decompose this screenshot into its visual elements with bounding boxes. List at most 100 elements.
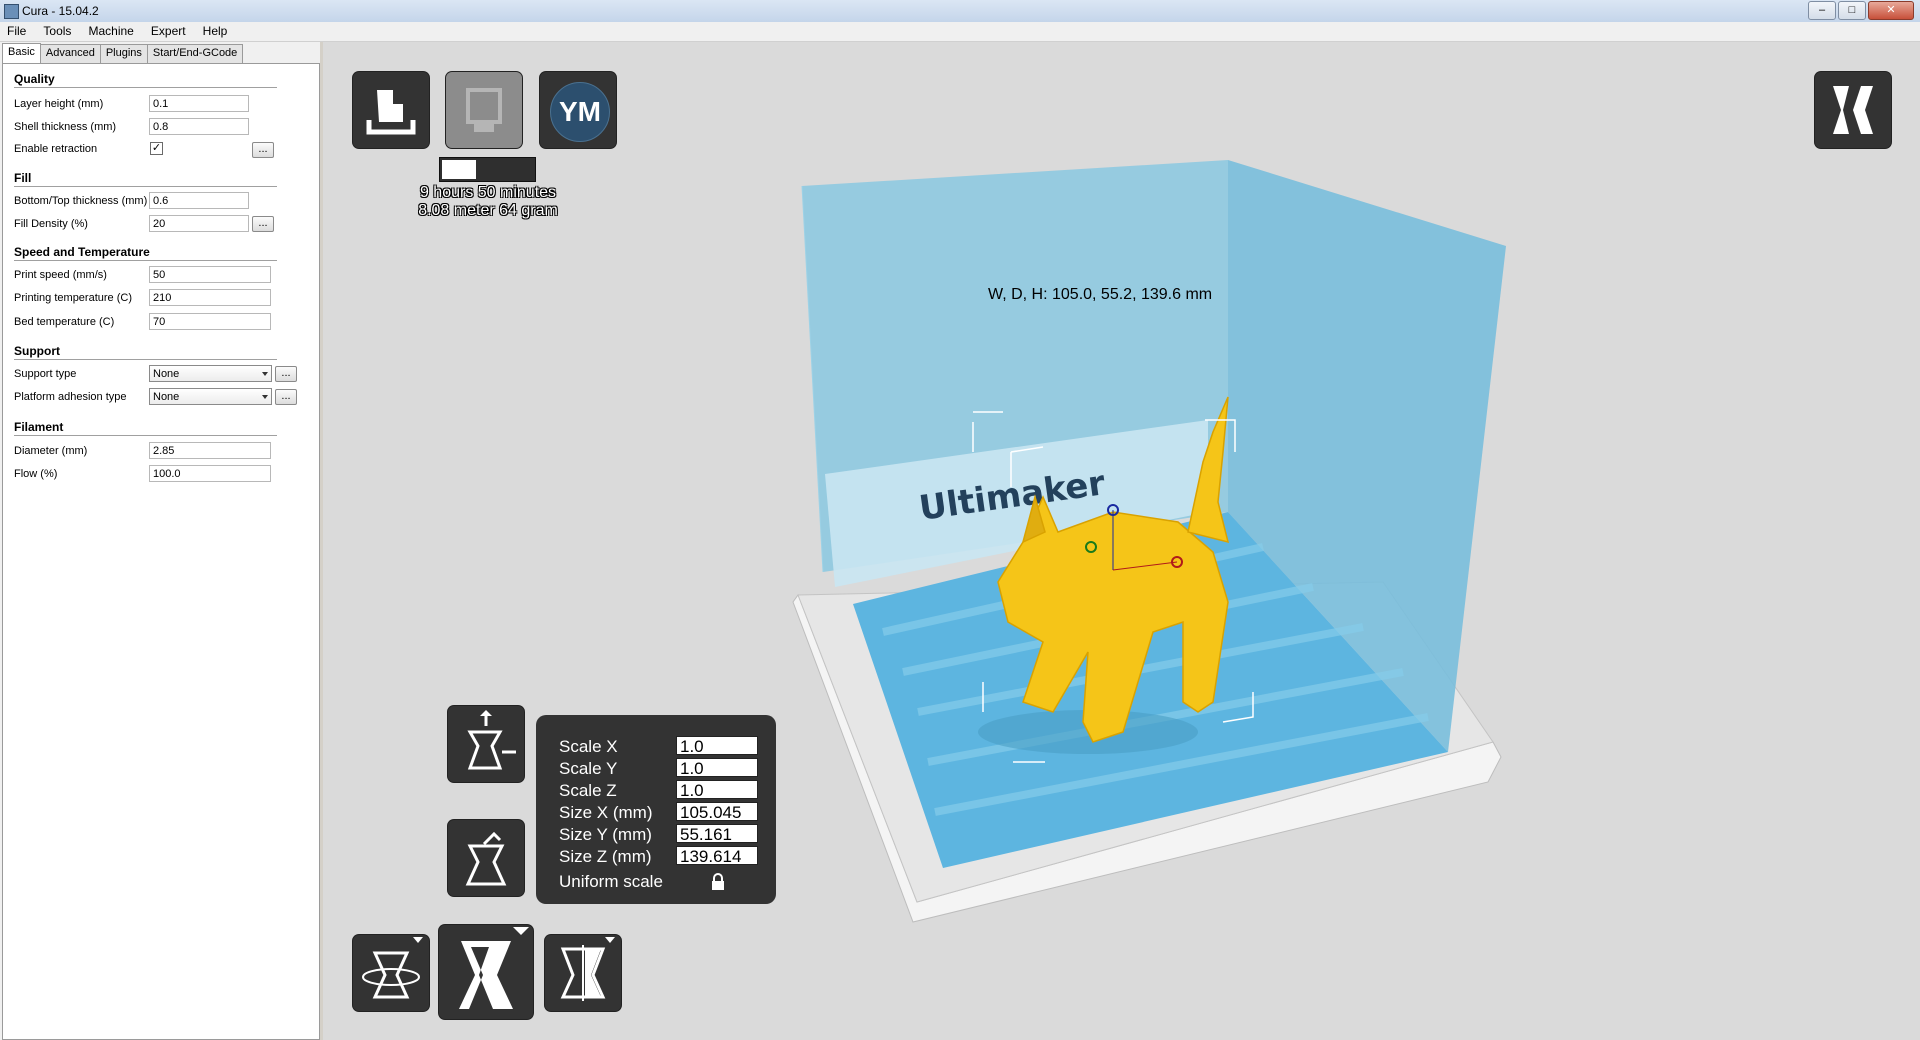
- scale-x-input[interactable]: 1.0: [676, 736, 758, 756]
- menu-bar: File Tools Machine Expert Help: [0, 22, 1920, 42]
- divider: [14, 359, 277, 360]
- shell-thickness-field[interactable]: 0.8: [149, 118, 249, 135]
- rotate-icon: [362, 937, 423, 999]
- size-y-input[interactable]: 55.161: [676, 824, 758, 844]
- youmagine-logo: YM: [550, 82, 610, 142]
- load-icon: [366, 90, 416, 135]
- close-button[interactable]: ✕: [1868, 1, 1914, 20]
- window-title: Cura - 15.04.2: [22, 4, 99, 18]
- platform-adhesion-label: Platform adhesion type: [14, 391, 127, 403]
- scale-y-label: Scale Y: [559, 759, 618, 778]
- save-sd-icon: [466, 88, 502, 132]
- printing-temperature-label: Printing temperature (C): [14, 292, 132, 304]
- size-x-input[interactable]: 105.045: [676, 802, 758, 822]
- tab-plugins[interactable]: Plugins: [99, 44, 148, 64]
- scale-z-input[interactable]: 1.0: [676, 780, 758, 800]
- bottom-top-thickness-field[interactable]: 0.6: [149, 192, 249, 209]
- fill-density-field[interactable]: 20: [149, 215, 249, 232]
- divider: [14, 435, 277, 436]
- print-material-estimate: 8.08 meter 64 gram: [418, 202, 558, 219]
- scale-mode-button[interactable]: [439, 925, 533, 1019]
- minimize-button[interactable]: –: [1808, 1, 1836, 20]
- print-progress-bar: [439, 157, 536, 182]
- support-type-select[interactable]: None: [149, 365, 272, 382]
- divider: [14, 186, 277, 187]
- section-filament: Filament: [14, 420, 64, 434]
- uniform-scale-label: Uniform scale: [559, 872, 663, 891]
- chevron-down-icon: [262, 395, 268, 399]
- section-quality: Quality: [14, 72, 55, 86]
- window-controls: – □ ✕: [1808, 1, 1914, 20]
- bed-temperature-label: Bed temperature (C): [14, 316, 115, 328]
- settings-form: Quality Layer height (mm) 0.1 Shell thic…: [2, 63, 320, 1040]
- scale-z-label: Scale Z: [559, 781, 617, 800]
- divider: [14, 87, 277, 88]
- title-bar: Cura - 15.04.2 – □ ✕: [0, 0, 1920, 23]
- save-to-sd-button[interactable]: [446, 72, 522, 148]
- scale-tool-button[interactable]: [448, 706, 524, 782]
- adhesion-details-button[interactable]: ...: [275, 389, 297, 405]
- section-support: Support: [14, 344, 60, 358]
- menu-help[interactable]: Help: [196, 22, 235, 40]
- scale-y-input[interactable]: 1.0: [676, 758, 758, 778]
- load-model-button[interactable]: [353, 72, 429, 148]
- scale-icon: [459, 927, 529, 1009]
- tab-advanced[interactable]: Advanced: [39, 44, 101, 64]
- enable-retraction-checkbox[interactable]: ✓: [150, 142, 163, 155]
- section-speed-temperature: Speed and Temperature: [14, 245, 150, 259]
- menu-tools[interactable]: Tools: [36, 22, 78, 40]
- scale-x-label: Scale X: [559, 737, 618, 756]
- menu-file[interactable]: File: [0, 22, 33, 40]
- tab-start-end-gcode[interactable]: Start/End-GCode: [146, 44, 244, 64]
- mirror-tool-button[interactable]: [448, 820, 524, 896]
- mirror-icon: [465, 831, 507, 886]
- layer-height-label: Layer height (mm): [14, 98, 104, 110]
- model-dimensions: W, D, H: 105.0, 55.2, 139.6 mm: [988, 286, 1213, 303]
- tab-basic[interactable]: Basic: [2, 43, 41, 65]
- support-type-label: Support type: [14, 368, 77, 380]
- size-x-label: Size X (mm): [559, 803, 653, 822]
- 3d-viewport[interactable]: Ultimaker YM 9 hours 50 minutes 8.08 met…: [323, 42, 1920, 1040]
- bottom-top-thickness-label: Bottom/Top thickness (mm): [14, 195, 148, 207]
- enable-retraction-label: Enable retraction: [14, 143, 98, 155]
- section-fill: Fill: [14, 171, 32, 185]
- print-speed-label: Print speed (mm/s): [14, 269, 107, 281]
- print-speed-field[interactable]: 50: [149, 266, 271, 283]
- settings-panel: Basic Advanced Plugins Start/End-GCode Q…: [0, 42, 320, 1040]
- lock-icon[interactable]: [710, 873, 726, 891]
- retraction-details-button[interactable]: ...: [252, 142, 274, 158]
- size-y-label: Size Y (mm): [559, 825, 652, 844]
- rotate-tool-button[interactable]: [353, 935, 429, 1011]
- view-mode-icon: [1833, 86, 1873, 134]
- view-mode-button[interactable]: [1815, 72, 1891, 148]
- platform-adhesion-select[interactable]: None: [149, 388, 272, 405]
- app-icon: [4, 4, 19, 19]
- bed-temperature-field[interactable]: 70: [149, 313, 271, 330]
- chevron-down-icon: [262, 372, 268, 376]
- maximize-button[interactable]: □: [1838, 1, 1866, 20]
- scale-icon: [467, 710, 516, 770]
- diameter-label: Diameter (mm): [14, 445, 88, 457]
- flow-field[interactable]: 100.0: [149, 465, 271, 482]
- print-time-estimate: 9 hours 50 minutes: [419, 184, 557, 201]
- support-type-value: None: [153, 368, 180, 380]
- printing-temperature-field[interactable]: 210: [149, 289, 271, 306]
- shell-thickness-label: Shell thickness (mm): [14, 121, 117, 133]
- diameter-field[interactable]: 2.85: [149, 442, 271, 459]
- layer-height-field[interactable]: 0.1: [149, 95, 249, 112]
- menu-machine[interactable]: Machine: [81, 22, 140, 40]
- platform-adhesion-value: None: [153, 391, 180, 403]
- settings-tabs: Basic Advanced Plugins Start/End-GCode: [2, 43, 244, 65]
- mirror-mode-button[interactable]: [545, 935, 621, 1011]
- flow-label: Flow (%): [14, 468, 58, 480]
- fill-density-label: Fill Density (%): [14, 218, 88, 230]
- progress-fill: [442, 160, 476, 179]
- support-details-button[interactable]: ...: [275, 366, 297, 382]
- mirror-icon: [560, 937, 615, 1001]
- size-z-input[interactable]: 139.614: [676, 846, 758, 866]
- menu-expert[interactable]: Expert: [144, 22, 193, 40]
- size-z-label: Size Z (mm): [559, 847, 652, 866]
- fill-details-button[interactable]: ...: [252, 216, 274, 232]
- scale-panel: Scale X 1.0 Scale Y 1.0 Scale Z 1.0 Size…: [536, 715, 776, 904]
- youmagine-button[interactable]: YM: [540, 72, 616, 148]
